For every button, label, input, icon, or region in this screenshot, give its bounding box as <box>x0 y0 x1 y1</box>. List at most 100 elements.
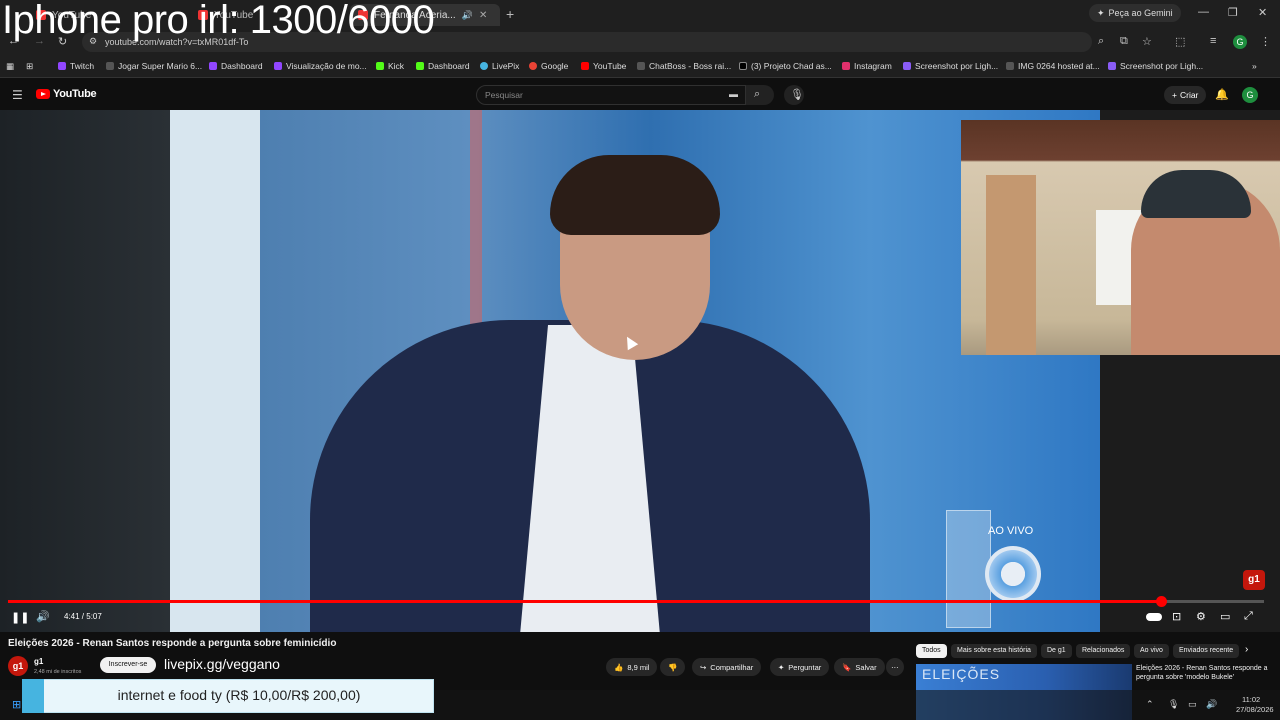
bookmark-icon: 🔖 <box>842 662 852 672</box>
menu-icon[interactable]: ☰ <box>12 88 23 102</box>
extensions-icon[interactable]: ⬚ <box>1175 35 1185 48</box>
minimize-icon[interactable]: — <box>1198 6 1209 18</box>
progress-bar[interactable] <box>8 596 1264 607</box>
video-player[interactable]: AO VIVO g1 <box>0 110 1280 632</box>
bookmark-item[interactable]: Screenshot por Ligh... <box>903 61 998 71</box>
chip-all[interactable]: Todos <box>916 644 947 658</box>
video-title: Eleições 2026 - Renan Santos responde a … <box>8 638 337 649</box>
browser-profile-avatar[interactable]: G <box>1233 35 1247 49</box>
bookmark-label: YouTube <box>593 61 627 71</box>
dislike-button[interactable]: 👎 <box>660 658 686 676</box>
search-input[interactable]: Pesquisar ▬ <box>476 85 746 105</box>
bookmark-item[interactable]: IMG 0264 hosted at... <box>1006 61 1100 71</box>
bookmark-item[interactable]: Twitch <box>58 61 94 71</box>
youtube-icon <box>581 62 589 70</box>
share-icon: ↪ <box>700 662 707 672</box>
bookmark-item[interactable]: Google <box>529 61 568 71</box>
settings-gear-icon[interactable]: ⚙ <box>1196 610 1206 623</box>
bookmark-label: Dashboard <box>428 61 470 71</box>
more-actions-button[interactable]: ⋯ <box>886 658 904 676</box>
bookmark-item[interactable]: Jogar Super Mario 6... <box>106 61 202 71</box>
subtitles-icon[interactable]: ⊡ <box>1172 610 1181 623</box>
network-icon[interactable]: ▭ <box>1188 699 1197 710</box>
close-window-icon[interactable]: ✕ <box>1258 6 1267 19</box>
share-button[interactable]: ↪ Compartilhar <box>692 658 762 676</box>
video-letterbox-left <box>0 110 170 632</box>
gemini-label: Peça ao Gemini <box>1108 8 1173 18</box>
bookmark-item[interactable]: Visualização de mo... <box>274 61 367 71</box>
more-bookmarks-icon[interactable]: » <box>1252 61 1257 71</box>
recommended-title[interactable]: Eleições 2026 - Renan Santos responde a … <box>1136 664 1276 682</box>
subscribe-button[interactable]: Inscrever-se <box>100 657 156 673</box>
youtube-logo[interactable]: YouTube <box>36 88 97 100</box>
create-button[interactable]: + Criar <box>1164 86 1207 104</box>
thumbs-down-icon: 👎 <box>668 662 678 672</box>
bookmark-item[interactable]: Kick <box>376 61 404 71</box>
youtube-avatar[interactable]: G <box>1242 87 1258 103</box>
youtube-logo-text: YouTube <box>53 88 97 100</box>
apps-icon[interactable]: ▦ <box>6 61 14 72</box>
bookmark-label: ChatBoss - Boss rai... <box>649 61 732 71</box>
mic-icon: 🎙 <box>790 89 804 101</box>
speaker-icon[interactable]: 🔊 <box>1206 699 1217 710</box>
bookmark-item[interactable]: LivePix <box>480 61 519 71</box>
subscriber-count: 2,48 mi de inscritos <box>34 669 82 675</box>
ask-button[interactable]: ✦ Perguntar <box>770 658 830 676</box>
thumbnail-text: ELEIÇÕES <box>922 666 1001 682</box>
channel-name[interactable]: g1 <box>34 657 43 666</box>
bookmark-item[interactable]: Dashboard <box>416 61 470 71</box>
clock-date[interactable]: 27/08/2026 <box>1236 705 1274 714</box>
bookmark-item[interactable]: Instagram <box>842 61 892 71</box>
tab-search-icon[interactable]: ⊞ <box>26 61 33 72</box>
fullscreen-icon[interactable]: ⤢ <box>1244 610 1253 623</box>
media-controls-icon[interactable]: ≡ <box>1210 35 1216 47</box>
bookmark-item[interactable]: (3) Projeto Chad as... <box>739 61 832 71</box>
scrubber-handle[interactable] <box>1156 596 1167 607</box>
keyboard-icon[interactable]: ▬ <box>729 89 738 99</box>
bookmark-label: (3) Projeto Chad as... <box>751 61 832 71</box>
bookmark-item[interactable]: ChatBoss - Boss rai... <box>637 61 731 71</box>
bookmark-item[interactable]: Screenshot por Ligh... <box>1108 61 1203 71</box>
save-button[interactable]: 🔖 Salvar <box>834 658 885 676</box>
presenter-hair <box>550 155 720 235</box>
donation-goal-text: internet e food ty (R$ 10,00/R$ 200,00) <box>117 687 361 703</box>
zoom-icon[interactable]: ⌕ <box>1098 35 1104 48</box>
notifications-bell-icon[interactable]: 🔔 <box>1215 88 1229 101</box>
restore-icon[interactable]: ❐ <box>1228 6 1238 19</box>
chip-live[interactable]: Ao vivo <box>1134 644 1169 658</box>
autoplay-toggle[interactable] <box>1146 613 1162 621</box>
progress-fill <box>8 600 1161 603</box>
chip-from-g1[interactable]: De g1 <box>1041 644 1072 658</box>
clock-time[interactable]: 11:02 <box>1242 695 1260 704</box>
windows-start-icon[interactable]: ⊞ <box>12 698 21 711</box>
install-icon[interactable]: ⧉ <box>1120 35 1128 48</box>
x-icon <box>739 62 747 70</box>
twitch-icon <box>209 62 217 70</box>
close-tab-icon[interactable]: ✕ <box>479 10 487 21</box>
gemini-button[interactable]: ✦ Peça ao Gemini <box>1089 4 1181 22</box>
like-button[interactable]: 👍 8,9 mil <box>606 658 658 676</box>
tray-chevron-icon[interactable]: ⌃ <box>1146 699 1154 710</box>
more-menu-icon[interactable]: ⋮ <box>1260 35 1271 48</box>
bookmark-item[interactable]: YouTube <box>581 61 626 71</box>
chip-recent[interactable]: Enviados recente <box>1173 644 1240 658</box>
create-label: Criar <box>1179 90 1199 100</box>
thumbs-up-icon: 👍 <box>614 662 624 672</box>
streamer-webcam <box>961 120 1280 355</box>
volume-icon[interactable]: 🔊 <box>36 610 50 623</box>
bookmark-label: Dashboard <box>221 61 263 71</box>
pause-icon[interactable]: ❚❚ <box>11 611 29 624</box>
voice-search-button[interactable]: 🎙 <box>784 85 804 105</box>
channel-avatar[interactable]: g1 <box>8 656 28 676</box>
bookmark-item[interactable]: Dashboard <box>209 61 263 71</box>
miniplayer-icon[interactable]: ▭ <box>1220 610 1230 623</box>
chip-related[interactable]: Relacionados <box>1076 644 1131 658</box>
bookmark-label: IMG 0264 hosted at... <box>1018 61 1100 71</box>
mic-tray-icon[interactable]: 🎙 <box>1168 699 1179 710</box>
ask-label: Perguntar <box>788 662 822 672</box>
new-tab-button[interactable]: + <box>506 6 514 22</box>
bookmark-star-icon[interactable]: ☆ <box>1142 35 1152 48</box>
chevron-right-icon[interactable]: › <box>1245 644 1248 655</box>
search-button[interactable]: ⌕ <box>746 85 774 105</box>
chip-more-story[interactable]: Mais sobre esta história <box>951 644 1037 658</box>
